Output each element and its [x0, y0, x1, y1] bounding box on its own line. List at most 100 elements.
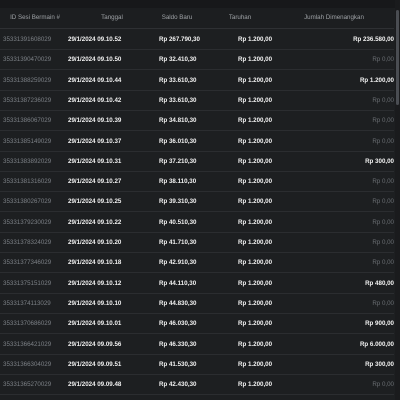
cell-win-amount: Rp 0,00	[372, 239, 394, 246]
cell-bet: Rp 1.200,00	[238, 259, 273, 267]
cell-balance: Rp 37.210,30	[159, 157, 197, 165]
cell-date: 29/1/2024 09.10.44	[68, 76, 122, 84]
cell-win-amount: Rp 300,00	[365, 360, 394, 368]
cell-win-amount: Rp 236.580,00	[353, 36, 394, 43]
table-row[interactable]: 35331385149029 29/1/2024 09.10.37 Rp 36.01…	[0, 131, 394, 152]
cell-date: 29/1/2024 09.10.12	[68, 279, 122, 287]
cell-balance: Rp 39.310,30	[159, 198, 197, 206]
table-row[interactable]: 35331380267029 29/1/2024 09.10.25 Rp 39.31…	[0, 191, 394, 213]
cell-date: 29/1/2024 09.09.51	[68, 360, 122, 368]
cell-session-id: 35331375151029	[3, 279, 52, 287]
table-row[interactable]: 35331381316029 29/1/2024 09.10.27 Rp 38.11…	[0, 171, 394, 193]
table-row[interactable]: 35331387236029 29/1/2024 09.10.42 Rp 33.61…	[0, 90, 394, 111]
table-row[interactable]: 35331375151029 29/1/2024 09.10.12 Rp 44.11…	[0, 273, 394, 294]
table-row[interactable]: 35331386067029 29/1/2024 09.10.39 Rp 34.81…	[0, 110, 394, 132]
cell-bet: Rp 1.200,00	[238, 299, 273, 307]
cell-date: 29/1/2024 09.10.25	[68, 198, 122, 206]
cell-balance: Rp 44.830,30	[159, 299, 197, 307]
cell-bet: Rp 1.200,00	[238, 56, 273, 64]
cell-session-id: 35331365270029	[3, 381, 52, 389]
cell-date: 29/1/2024 09.10.31	[68, 157, 122, 165]
cell-balance: Rp 41.530,30	[159, 360, 197, 368]
cell-bet: Rp 1.200,00	[238, 137, 273, 145]
cell-session-id: 35331391608029	[3, 36, 52, 43]
cell-balance: Rp 33.610,30	[159, 76, 197, 84]
cell-date: 29/1/2024 09.10.27	[68, 178, 122, 186]
scrollbar-thumb[interactable]	[396, 10, 399, 105]
cell-balance: Rp 36.010,30	[159, 137, 197, 145]
cell-win-amount: Rp 0,00	[372, 56, 394, 64]
cell-bet: Rp 1.200,00	[238, 340, 273, 348]
cell-date: 29/1/2024 09.10.10	[68, 299, 122, 307]
cell-session-id: 35331381316029	[3, 178, 52, 186]
cell-balance: Rp 41.710,30	[159, 239, 197, 246]
header-session-id: ID Sesi Bermain #	[10, 14, 60, 21]
cell-bet: Rp 1.200,00	[238, 198, 273, 206]
cell-win-amount: Rp 6.000,00	[359, 340, 394, 348]
cell-date: 29/1/2024 09.10.42	[68, 96, 122, 104]
cell-bet: Rp 1.200,00	[238, 218, 273, 226]
table-row[interactable]: 35331378324029 29/1/2024 09.10.20 Rp 41.71…	[0, 232, 394, 253]
cell-bet: Rp 1.200,00	[238, 157, 273, 165]
cell-date: 29/1/2024 09.10.50	[68, 56, 122, 64]
cell-date: 29/1/2024 09.10.52	[68, 36, 122, 43]
cell-session-id: 35331380267029	[3, 198, 52, 206]
table-row[interactable]: 35331383892029 29/1/2024 09.10.31 Rp 37.21…	[0, 151, 394, 172]
table-row[interactable]: 35331388259029 29/1/2024 09.10.44 Rp 33.61…	[0, 70, 394, 91]
cell-win-amount: Rp 0,00	[372, 299, 394, 307]
header-date: Tanggal	[101, 14, 123, 21]
table-row[interactable]: 35331366421029 29/1/2024 09.09.56 Rp 46.33…	[0, 334, 394, 355]
cell-date: 29/1/2024 09.10.37	[68, 137, 122, 145]
cell-win-amount: Rp 1.200,00	[359, 76, 394, 84]
cell-win-amount: Rp 300,00	[365, 157, 394, 165]
cell-balance: Rp 42.910,30	[159, 259, 197, 267]
scrollbar[interactable]	[395, 0, 400, 400]
table-row[interactable]: 35331370686029 29/1/2024 09.10.01 Rp 46.03…	[0, 313, 394, 335]
cell-bet: Rp 1.200,00	[238, 96, 273, 104]
cell-balance: Rp 33.610,30	[159, 96, 197, 104]
table-header: ID Sesi Bermain # Tanggal Saldo Baru Tar…	[0, 8, 394, 29]
cell-session-id: 35331370686029	[3, 320, 52, 328]
top-bar	[0, 0, 400, 8]
cell-session-id: 35331388259029	[3, 76, 52, 84]
table-row[interactable]: 35331391608029 29/1/2024 09.10.52 Rp 267.7…	[0, 29, 394, 50]
cell-bet: Rp 1.200,00	[238, 381, 273, 389]
cell-win-amount: Rp 0,00	[372, 137, 394, 145]
cell-bet: Rp 1.200,00	[238, 117, 273, 125]
cell-session-id: 35331377346029	[3, 259, 52, 267]
cell-date: 29/1/2024 09.09.48	[68, 381, 122, 389]
table-row[interactable]: 35331374113029 29/1/2024 09.10.10 Rp 44.83…	[0, 293, 394, 314]
cell-date: 29/1/2024 09.10.18	[68, 259, 122, 267]
cell-session-id: 35331366421029	[3, 340, 52, 348]
cell-session-id: 35331387236029	[3, 96, 52, 104]
cell-session-id: 35331379230029	[3, 218, 52, 226]
cell-bet: Rp 1.200,00	[238, 178, 273, 186]
cell-bet: Rp 1.200,00	[238, 279, 273, 287]
cell-win-amount: Rp 900,00	[365, 320, 394, 328]
table-row[interactable]: 35331366304029 29/1/2024 09.09.51 Rp 41.53…	[0, 354, 394, 375]
table-row[interactable]: 35331390470029 29/1/2024 09.10.50 Rp 32.41…	[0, 49, 394, 71]
cell-win-amount: Rp 0,00	[372, 259, 394, 267]
cell-win-amount: Rp 0,00	[372, 96, 394, 104]
cell-win-amount: Rp 0,00	[372, 117, 394, 125]
table-row[interactable]: 35331365270029 29/1/2024 09.09.48 Rp 42.43…	[0, 374, 394, 396]
cell-session-id: 35331390470029	[3, 56, 52, 64]
cell-win-amount: Rp 480,00	[365, 279, 394, 287]
header-balance: Saldo Baru	[161, 14, 193, 21]
cell-session-id: 35331378324029	[3, 239, 52, 246]
cell-balance: Rp 32.410,30	[159, 56, 197, 64]
cell-balance: Rp 34.810,30	[159, 117, 197, 125]
cell-session-id: 35331383892029	[3, 157, 52, 165]
cell-balance: Rp 42.430,30	[159, 381, 197, 389]
cell-session-id: 35331366304029	[3, 360, 52, 368]
table-row[interactable]: 35331379230029 29/1/2024 09.10.22 Rp 40.51…	[0, 212, 394, 233]
cell-balance: Rp 38.110,30	[159, 178, 197, 186]
cell-date: 29/1/2024 09.10.39	[68, 117, 122, 125]
cell-date: 29/1/2024 09.10.01	[68, 320, 122, 328]
cell-balance: Rp 46.030,30	[159, 320, 197, 328]
cell-date: 29/1/2024 09.09.56	[68, 340, 122, 348]
header-bet: Taruhan	[228, 14, 252, 21]
cell-date: 29/1/2024 09.10.22	[68, 218, 122, 226]
cell-bet: Rp 1.200,00	[238, 239, 273, 246]
table-row[interactable]: 35331377346029 29/1/2024 09.10.18 Rp 42.91…	[0, 252, 394, 274]
